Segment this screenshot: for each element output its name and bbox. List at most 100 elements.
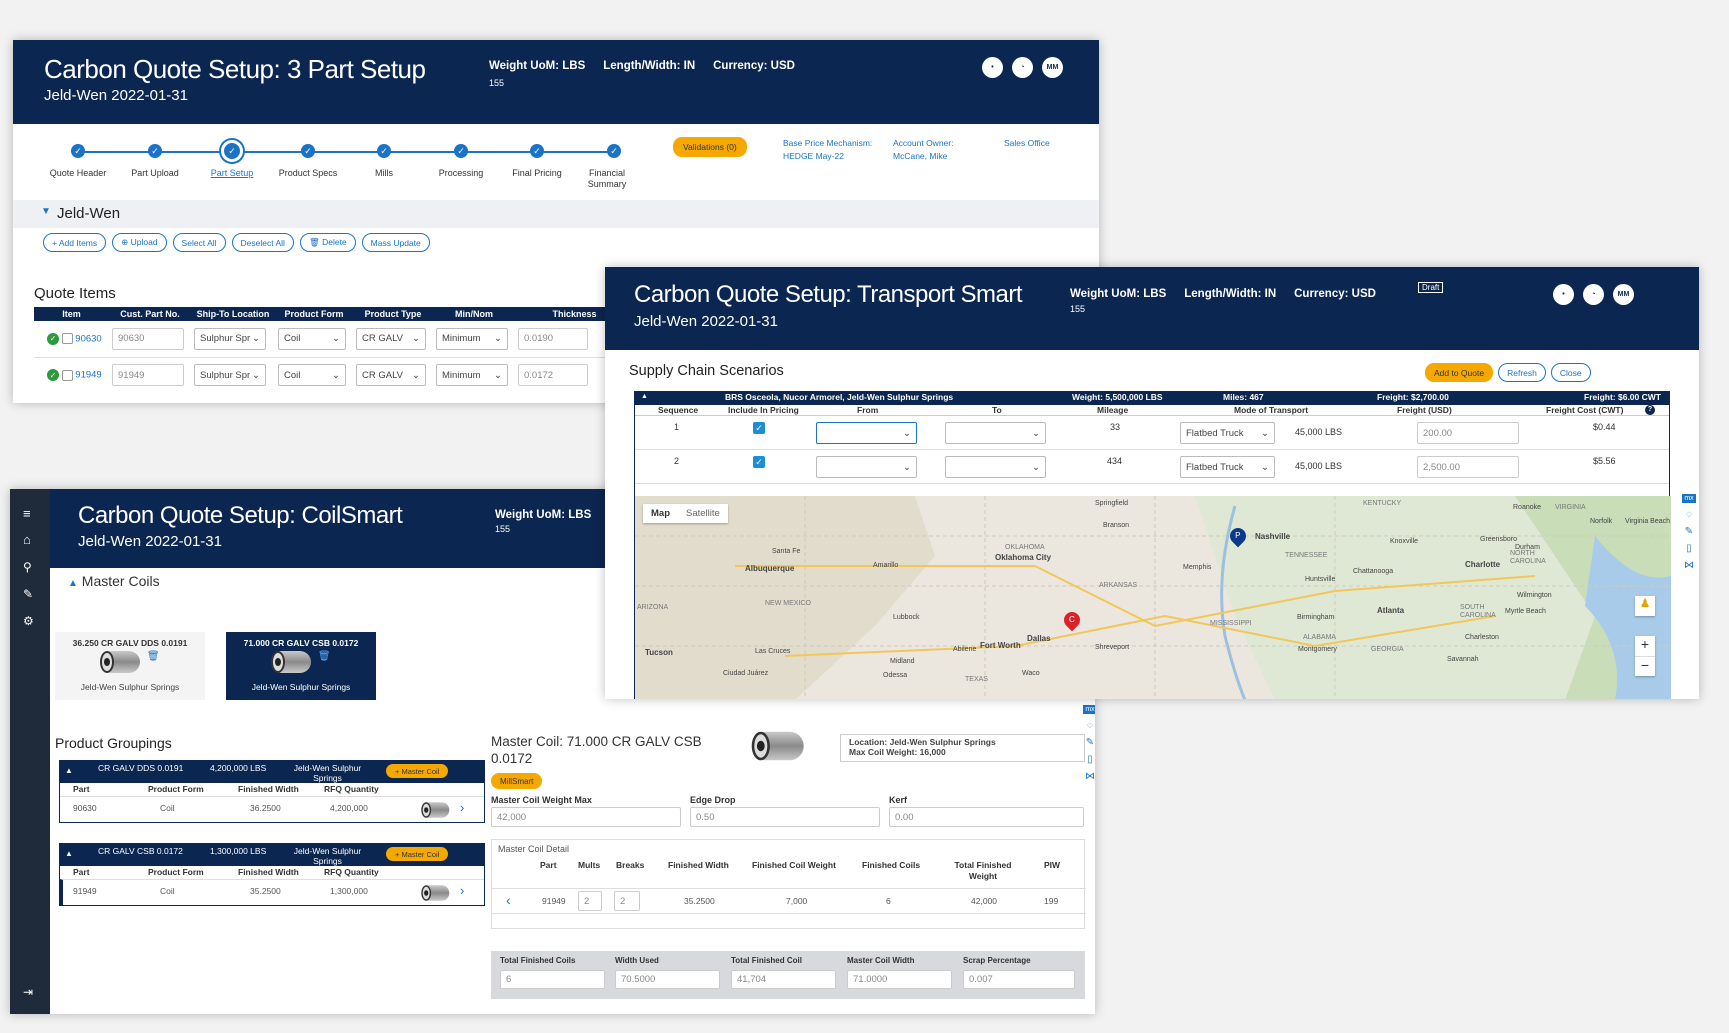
delete-button[interactable]: 🗑 Delete bbox=[299, 233, 356, 252]
clock-icon[interactable]: ◔ bbox=[1012, 57, 1033, 78]
freight-input[interactable]: 200.00 bbox=[1417, 422, 1519, 444]
wrench-icon[interactable]: ✎ bbox=[23, 587, 33, 601]
include-checkbox[interactable]: ✓ bbox=[753, 422, 765, 434]
zoom-in-button[interactable]: + bbox=[1635, 636, 1655, 656]
chat-icon[interactable]: ◌ bbox=[1087, 720, 1093, 731]
add-master-coil-button[interactable]: + Master Coil bbox=[386, 847, 449, 861]
edge-drop-input[interactable]: 0.50 bbox=[690, 807, 880, 827]
ship-to-select[interactable]: Sulphur Spr ⌄ bbox=[194, 327, 266, 350]
help-icon[interactable]: ? bbox=[1645, 405, 1655, 415]
millsmart-button[interactable]: MillSmart bbox=[491, 773, 543, 789]
min-nom-select[interactable]: Minimum ⌄ bbox=[436, 364, 508, 387]
gear-icon[interactable]: ⚙ bbox=[23, 614, 34, 628]
clock-icon[interactable]: ◔ bbox=[1583, 284, 1604, 305]
menu-icon[interactable]: ≡ bbox=[23, 506, 31, 521]
mx-logo-icon[interactable]: mx bbox=[1682, 494, 1696, 503]
deselect-all-button[interactable]: Deselect All bbox=[231, 233, 294, 252]
chevron-right-icon[interactable]: › bbox=[460, 800, 464, 815]
coil-card-selected[interactable]: 71.000 CR GALV CSB 0.0172 🗑 Jeld-Wen Sul… bbox=[226, 632, 376, 700]
close-button[interactable]: Close bbox=[1550, 363, 1591, 382]
chevron-up-icon[interactable]: ▲ bbox=[65, 849, 73, 858]
to-select[interactable]: ⌄ bbox=[945, 456, 1046, 478]
home-icon[interactable]: ⌂ bbox=[23, 532, 31, 547]
add-items-button[interactable]: + Add Items bbox=[43, 233, 107, 252]
step-part-setup[interactable]: Part Setup bbox=[197, 168, 267, 179]
step-dot[interactable]: ✓ bbox=[301, 144, 315, 158]
coil-icon[interactable] bbox=[421, 802, 450, 818]
cust-part-input[interactable]: 90630 bbox=[112, 327, 184, 350]
group-row[interactable]: 90630 Coil 36.2500 4,200,000 › bbox=[60, 796, 484, 822]
pegman-icon[interactable]: ♟ bbox=[1635, 596, 1655, 616]
step-mills[interactable]: Mills bbox=[349, 168, 419, 179]
share-icon[interactable]: ⋈ bbox=[1085, 771, 1095, 782]
coil-icon[interactable] bbox=[421, 885, 450, 901]
mode-select[interactable]: Flatbed Truck ⌄ bbox=[1180, 456, 1275, 478]
breaks-input[interactable]: 2 bbox=[614, 891, 640, 911]
share-icon[interactable]: ⋈ bbox=[1684, 560, 1694, 571]
chevron-up-icon[interactable]: ▲ bbox=[641, 393, 648, 400]
cust-part-input[interactable]: 91949 bbox=[112, 364, 184, 387]
product-type-select[interactable]: CR GALV ⌄ bbox=[356, 327, 426, 350]
include-checkbox[interactable]: ✓ bbox=[753, 456, 765, 468]
item-link[interactable]: 91949 bbox=[75, 370, 101, 381]
user-avatar[interactable]: MM bbox=[1042, 57, 1063, 78]
kerf-input[interactable]: 0.00 bbox=[889, 807, 1084, 827]
chevron-left-icon[interactable]: ‹ bbox=[506, 892, 511, 908]
step-dot[interactable]: ✓ bbox=[454, 144, 468, 158]
chat-icon[interactable]: • bbox=[982, 57, 1003, 78]
product-form-select[interactable]: Coil ⌄ bbox=[278, 327, 346, 350]
add-master-coil-button[interactable]: + Master Coil bbox=[386, 764, 449, 778]
min-nom-select[interactable]: Minimum ⌄ bbox=[436, 327, 508, 350]
zoom-out-button[interactable]: − bbox=[1635, 656, 1655, 676]
step-product-specs[interactable]: Product Specs bbox=[273, 168, 343, 179]
validations-button[interactable]: Validations (0) bbox=[673, 137, 747, 157]
edit-icon[interactable]: ✎ bbox=[1685, 526, 1693, 537]
product-type-select[interactable]: CR GALV ⌄ bbox=[356, 364, 426, 387]
step-dot[interactable]: ✓ bbox=[530, 144, 544, 158]
step-processing[interactable]: Processing bbox=[426, 168, 496, 179]
step-quote-header[interactable]: Quote Header bbox=[43, 168, 113, 179]
chevron-down-icon[interactable]: ▼ bbox=[41, 206, 51, 217]
trash-icon[interactable]: 🗑 bbox=[318, 651, 331, 662]
edit-icon[interactable]: ✎ bbox=[1086, 737, 1094, 748]
clipboard-icon[interactable]: ▯ bbox=[1087, 754, 1093, 765]
refresh-button[interactable]: Refresh bbox=[1498, 363, 1546, 382]
step-dot[interactable]: ✓ bbox=[71, 144, 85, 158]
step-dot-active[interactable]: ✓ bbox=[221, 140, 243, 162]
coil-card[interactable]: 36.250 CR GALV DDS 0.0191 🗑 Jeld-Wen Sul… bbox=[55, 632, 205, 700]
group-row[interactable]: 91949 Coil 35.2500 1,300,000 › bbox=[60, 879, 484, 905]
chevron-right-icon[interactable]: › bbox=[460, 883, 464, 898]
product-form-select[interactable]: Coil ⌄ bbox=[278, 364, 346, 387]
mass-update-button[interactable]: Mass Update bbox=[361, 233, 430, 252]
route-map[interactable]: Map Satellite Springfield KENTUCKY VIRGI… bbox=[635, 496, 1671, 699]
freight-input[interactable]: 2,500.00 bbox=[1417, 456, 1519, 478]
step-dot[interactable]: ✓ bbox=[607, 144, 621, 158]
user-avatar[interactable]: MM bbox=[1613, 284, 1634, 305]
thickness-input[interactable]: 0.0190 bbox=[518, 327, 588, 350]
step-financial-summary[interactable]: Financial Summary bbox=[579, 168, 635, 190]
clipboard-icon[interactable]: ▯ bbox=[1686, 543, 1692, 554]
row-checkbox[interactable] bbox=[61, 369, 73, 381]
mults-input[interactable]: 2 bbox=[578, 891, 602, 911]
chevron-up-icon[interactable]: ▲ bbox=[65, 766, 73, 775]
master-coils-toggle[interactable]: ▲ Master Coils bbox=[68, 573, 160, 589]
from-select[interactable]: ⌄ bbox=[816, 422, 917, 444]
mx-logo-icon[interactable]: mx bbox=[1083, 705, 1095, 714]
step-part-upload[interactable]: Part Upload bbox=[120, 168, 190, 179]
chat-icon[interactable]: ◌ bbox=[1686, 509, 1692, 520]
mode-select[interactable]: Flatbed Truck ⌄ bbox=[1180, 422, 1275, 444]
from-select[interactable]: ⌄ bbox=[816, 456, 917, 478]
step-final-pricing[interactable]: Final Pricing bbox=[502, 168, 572, 179]
step-dot[interactable]: ✓ bbox=[377, 144, 391, 158]
upload-button[interactable]: ⊕ Upload bbox=[112, 233, 167, 252]
item-link[interactable]: 90630 bbox=[75, 333, 101, 344]
master-coil-weight-max-input[interactable]: 42,000 bbox=[491, 807, 681, 827]
select-all-button[interactable]: Select All bbox=[172, 233, 226, 252]
search-icon[interactable]: ⚲ bbox=[23, 560, 32, 574]
to-select[interactable]: ⌄ bbox=[945, 422, 1046, 444]
add-to-quote-button[interactable]: Add to Quote bbox=[1425, 363, 1494, 382]
logout-icon[interactable]: ⇥ bbox=[23, 985, 33, 999]
thickness-input[interactable]: 0.0172 bbox=[518, 364, 588, 387]
trash-icon[interactable]: 🗑 bbox=[147, 651, 160, 662]
ship-to-select[interactable]: Sulphur Spr ⌄ bbox=[194, 364, 266, 387]
